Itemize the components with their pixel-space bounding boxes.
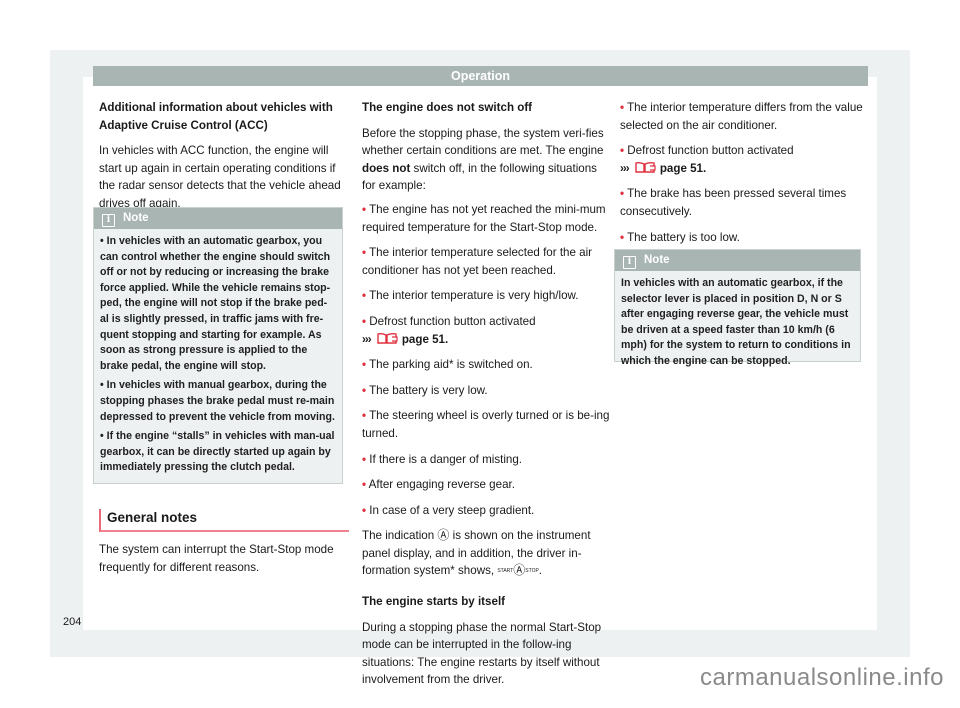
list-item: • The battery is very low.	[362, 382, 612, 400]
list-item: • The parking aid* is switched on.	[362, 356, 612, 374]
indication-paragraph: The indication Ⓐ is shown on the instrum…	[362, 527, 612, 581]
note-item: • If the engine “stalls” in vehicles wit…	[100, 430, 335, 474]
list-item-text: The interior temperature is very high/lo…	[369, 289, 579, 303]
bullet-icon: •	[362, 409, 367, 423]
list-item: • The battery is too low.	[620, 229, 870, 247]
engine-starts-heading: The engine starts by itself	[362, 595, 506, 609]
general-notes-text: The system can interrupt the Start-Stop …	[99, 543, 334, 574]
note-label: Note	[644, 254, 670, 266]
note-header: i Note	[615, 250, 860, 271]
list-item-text: The battery is too low.	[627, 230, 740, 244]
book-reference-icon[interactable]	[634, 161, 656, 173]
column-2: The engine does not switch off Before th…	[362, 99, 612, 697]
start-label: START	[497, 568, 514, 575]
note-label: Note	[123, 212, 149, 224]
bullet-icon: •	[620, 230, 625, 244]
bullet-icon: •	[362, 383, 367, 397]
note-body: In vehicles with an automatic gearbox, i…	[615, 271, 860, 378]
chapter-header: Operation	[93, 66, 868, 86]
list-item-text: The engine has not yet reached the mini-…	[362, 202, 606, 234]
list-item-text: If there is a danger of misting.	[369, 452, 523, 466]
list-item-text: The battery is very low.	[369, 383, 488, 397]
list-item: • The engine has not yet reached the min…	[362, 201, 612, 236]
list-item: • After engaging reverse gear.	[362, 476, 612, 494]
acc-heading: Additional information about vehicles wi…	[99, 101, 333, 132]
info-icon: i	[623, 256, 636, 269]
list-item-text: The brake has been pressed several times…	[620, 187, 847, 218]
note-item: • In vehicles with an automatic gearbox,…	[100, 235, 331, 372]
list-item: • Defrost function button activated ››› …	[620, 142, 870, 177]
list-item-text: Defrost function button activated	[627, 144, 794, 158]
list-item-text: Defrost function button activated	[369, 314, 536, 328]
note-box-left: i Note • In vehicles with an automatic ge…	[93, 207, 343, 484]
intro-bold: does not	[362, 161, 411, 175]
list-item-text: In case of a very steep gradient.	[369, 503, 535, 517]
stop-label: STOP	[525, 568, 539, 575]
note-header: i Note	[94, 208, 342, 229]
note-item: • In vehicles with manual gearbox, durin…	[100, 379, 335, 423]
section-title-general-notes: General notes	[99, 509, 349, 532]
info-icon: i	[102, 214, 115, 227]
bullet-icon: •	[362, 202, 367, 216]
engine-not-off-intro: Before the stopping phase, the system ve…	[362, 125, 612, 195]
reference-arrows-icon: ›››	[362, 332, 372, 346]
list-item: • In case of a very steep gradient.	[362, 502, 612, 520]
chapter-title: Operation	[450, 69, 511, 83]
list-item-text: The steering wheel is overly turned or i…	[362, 409, 610, 440]
list-item-text: The interior temperature selected for th…	[362, 246, 593, 277]
list-item: • The steering wheel is overly turned or…	[362, 407, 612, 442]
page-reference-link[interactable]: page 51.	[660, 162, 706, 175]
bullet-icon: •	[620, 144, 625, 158]
bullet-icon: •	[362, 503, 367, 517]
bullet-icon: •	[362, 314, 367, 328]
list-item: • If there is a danger of misting.	[362, 451, 612, 469]
book-reference-icon[interactable]	[376, 332, 398, 344]
bullet-icon: •	[362, 358, 367, 372]
indication-text: .	[538, 564, 543, 578]
bullet-icon: •	[620, 187, 625, 201]
start-stop-symbol-icon: Ⓐ	[513, 563, 526, 578]
list-item: • The interior temperature is very high/…	[362, 287, 612, 305]
bullet-icon: •	[620, 101, 625, 114]
note-body: • In vehicles with an automatic gearbox,…	[94, 229, 342, 484]
list-item: • The brake has been pressed several tim…	[620, 185, 870, 220]
indication-text: The indication	[362, 529, 438, 543]
list-item-text: The interior temperature differs from th…	[620, 101, 863, 132]
list-item: • Defrost function button activated ››› …	[362, 313, 612, 348]
column-1: Additional information about vehicles wi…	[99, 99, 344, 221]
list-item: • The interior temperature selected for …	[362, 244, 612, 279]
page-number: 204	[63, 616, 82, 628]
bullet-icon: •	[362, 452, 367, 466]
list-item-text: After engaging reverse gear.	[368, 478, 515, 492]
engine-not-off-heading: The engine does not switch off	[362, 101, 533, 114]
acc-paragraph: In vehicles with ACC function, the engin…	[99, 144, 341, 210]
watermark: carmanualsonline.info	[700, 664, 944, 691]
list-item-text: The parking aid* is switched on.	[369, 358, 533, 372]
note-box-right: i Note In vehicles with an automatic gear…	[614, 249, 861, 367]
page-reference-link[interactable]: page 51.	[402, 333, 448, 346]
start-stop-symbol-icon: Ⓐ	[437, 528, 450, 543]
engine-starts-paragraph: During a stopping phase the normal Start…	[362, 620, 602, 687]
bullet-icon: •	[362, 246, 367, 260]
list-item: • The interior temperature differs from …	[620, 99, 870, 134]
note-text: In vehicles with an automatic gearbox, i…	[621, 277, 851, 367]
bullet-icon: •	[362, 478, 367, 492]
bullet-icon: •	[362, 289, 367, 303]
reference-arrows-icon: ›››	[620, 161, 630, 175]
intro-text: Before the stopping phase, the system ve…	[362, 126, 604, 158]
